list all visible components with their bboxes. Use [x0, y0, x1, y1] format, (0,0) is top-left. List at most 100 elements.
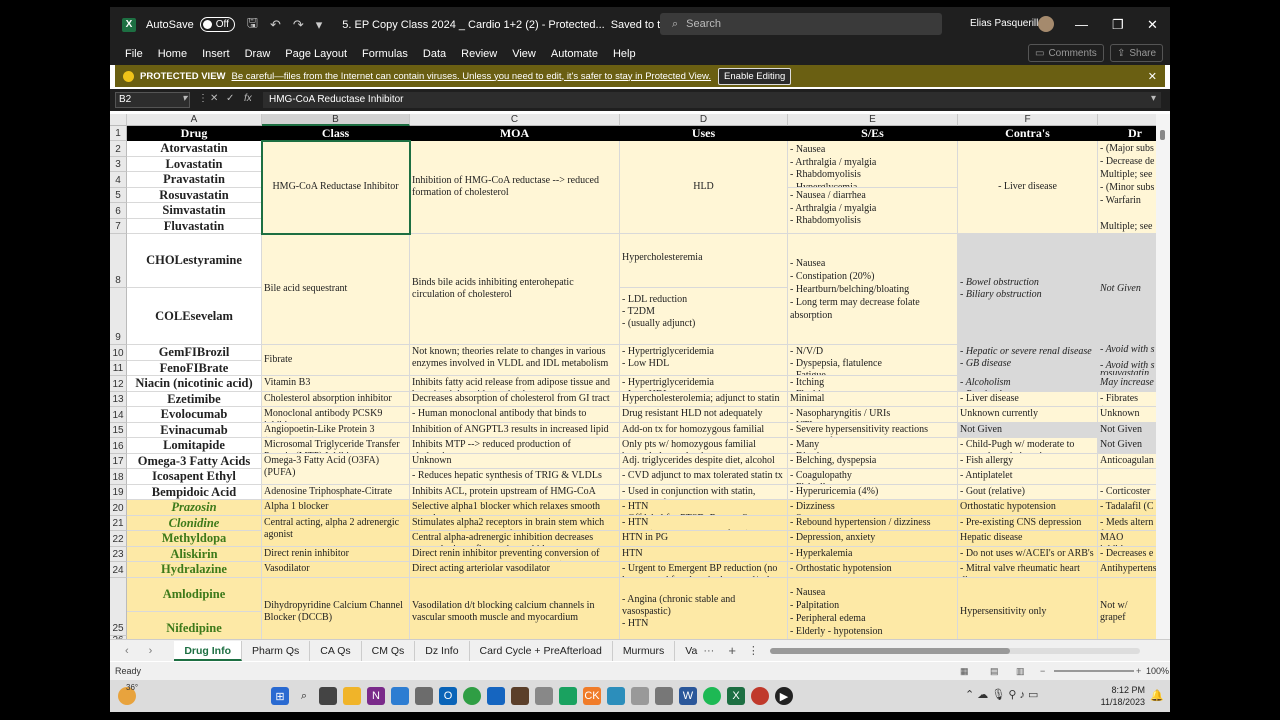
drug-cell[interactable]: Omega-3 Fatty Acids: [127, 454, 262, 469]
uses-cell[interactable]: - HTN - Off label for PTSD, Raynaud's: [620, 500, 788, 516]
drug-cell[interactable]: Evolocumab: [127, 407, 262, 423]
tab-dz-info[interactable]: Dz Info: [415, 640, 470, 661]
drug-cell[interactable]: Atorvastatin: [127, 141, 262, 157]
moa-cell[interactable]: Inhibits ACL, protein upstream of HMG-Co…: [410, 485, 620, 500]
interaction-cell[interactable]: Not Given: [1098, 423, 1156, 438]
interaction-cell[interactable]: Anticoagulan: [1098, 454, 1156, 469]
interaction-cell[interactable]: - Avoid with s - Avoid with s rosuvastat…: [1098, 345, 1156, 376]
interaction-cell[interactable]: - Tadalafil (C: [1098, 500, 1156, 516]
uses-cell[interactable]: HTN: [620, 547, 788, 562]
drug-cell[interactable]: CHOLestyramine: [127, 234, 262, 288]
moa-cell[interactable]: Stimulates alpha2 receptors in brain ste…: [410, 516, 620, 531]
class-cell[interactable]: Adenosine Triphosphate-Citrate Lyase inh…: [262, 485, 410, 500]
ses-cell[interactable]: - Severe hypersensitivity reactions - Lo…: [788, 423, 958, 438]
column-header-a[interactable]: A: [127, 114, 262, 126]
ses-cell[interactable]: - Hyperkalemia - Hypotension: [788, 547, 958, 562]
close-bar-icon[interactable]: ✕: [1148, 70, 1157, 83]
protected-view-message[interactable]: Be careful—files from the Internet can c…: [232, 71, 712, 82]
row-header-8[interactable]: 8: [110, 234, 127, 288]
row-header-25[interactable]: 25: [110, 578, 127, 636]
row-header-10[interactable]: 10: [110, 345, 127, 361]
tab-pharm-qs[interactable]: Pharm Qs: [242, 640, 311, 661]
name-box[interactable]: B2: [115, 92, 190, 108]
moa-cell[interactable]: Direct renin inhibitor preventing conver…: [410, 547, 620, 562]
header-drug[interactable]: Drug: [127, 126, 262, 141]
moa-cell[interactable]: Decreases absorption of cholesterol from…: [410, 392, 620, 407]
zoom-in-icon[interactable]: +: [1136, 666, 1141, 676]
app-icon[interactable]: [751, 687, 769, 705]
row-header-21[interactable]: 21: [110, 516, 127, 531]
autosave-toggle[interactable]: Off: [199, 17, 235, 32]
interaction-cell[interactable]: - Corticoster: [1098, 485, 1156, 500]
ses-cell[interactable]: - Nasopharyngitis / URIs - UTIs: [788, 407, 958, 423]
sheet-options-icon[interactable]: ⋮: [748, 644, 759, 657]
class-cell[interactable]: HMG-CoA Reductase Inhibitor: [262, 141, 410, 234]
header-drug-interactions[interactable]: Dr: [1098, 126, 1156, 141]
column-header-f[interactable]: F: [958, 114, 1098, 126]
moa-cell[interactable]: Vasodilation d/t blocking calcium channe…: [410, 578, 620, 639]
app-icon[interactable]: [415, 687, 433, 705]
class-cell[interactable]: Central acting, alpha 2 adrenergic agoni…: [262, 516, 410, 547]
uses-cell[interactable]: Add-on tx for homozygous familial hyperc…: [620, 423, 788, 438]
class-cell[interactable]: Fibrate: [262, 345, 410, 376]
row-header-22[interactable]: 22: [110, 531, 127, 547]
tray-icons[interactable]: ⌃ ☁ 🎙 ⚲ ♪ ▭: [965, 688, 1038, 701]
more-sheets-icon[interactable]: ···: [703, 645, 714, 657]
drug-cell[interactable]: GemFIBrozil: [127, 345, 262, 361]
moa-cell[interactable]: Unknown: [410, 454, 620, 469]
apple-icon[interactable]: [631, 687, 649, 705]
enable-editing-button[interactable]: Enable Editing: [718, 67, 792, 85]
class-cell[interactable]: Monoclonal antibody PCSK9 inhibitor: [262, 407, 410, 423]
customize-qat-icon[interactable]: ▾: [316, 17, 323, 33]
zoom-slider[interactable]: [1054, 670, 1134, 672]
contra-cell[interactable]: Not Given: [958, 423, 1098, 438]
menu-help[interactable]: Help: [613, 48, 636, 60]
drug-cell[interactable]: Amlodipine: [127, 578, 262, 612]
contra-cell[interactable]: - Liver disease: [958, 392, 1098, 407]
interaction-cell[interactable]: Not Given: [1098, 438, 1156, 454]
drug-cell[interactable]: Aliskirin: [127, 547, 262, 562]
class-cell[interactable]: Direct renin inhibitor: [262, 547, 410, 562]
drug-cell[interactable]: COLEsevelam: [127, 288, 262, 345]
search-taskbar-icon[interactable]: ⌕: [295, 687, 313, 705]
outlook-icon[interactable]: O: [439, 687, 457, 705]
menu-page-layout[interactable]: Page Layout: [285, 48, 347, 60]
page-layout-icon[interactable]: ▤: [990, 666, 999, 677]
row-header-24[interactable]: 24: [110, 562, 127, 578]
app-icon[interactable]: [535, 687, 553, 705]
drug-cell[interactable]: Clonidine: [127, 516, 262, 531]
row-header-11[interactable]: 11: [110, 361, 127, 376]
contra-cell[interactable]: - Pre-existing CNS depression - Severe C…: [958, 516, 1098, 531]
interaction-cell[interactable]: - (Major subs - Decrease de Multiple; se…: [1098, 141, 1156, 234]
add-sheet-icon[interactable]: +: [728, 643, 736, 658]
menu-draw[interactable]: Draw: [245, 48, 271, 60]
start-icon[interactable]: ⊞: [271, 687, 289, 705]
class-cell[interactable]: Alpha 1 blocker: [262, 500, 410, 516]
uses-cell[interactable]: - CVD adjunct to max tolerated statin tx: [620, 469, 788, 485]
zoom-level[interactable]: 100%: [1146, 666, 1169, 676]
row-header-4[interactable]: 4: [110, 172, 127, 188]
tab-murmurs[interactable]: Murmurs: [613, 640, 676, 661]
class-cell[interactable]: Bile acid sequestrant: [262, 234, 410, 345]
drug-cell[interactable]: Fluvastatin: [127, 219, 262, 234]
onenote-icon[interactable]: N: [367, 687, 385, 705]
header-ses[interactable]: S/Es: [788, 126, 958, 141]
row-header-20[interactable]: 20: [110, 500, 127, 516]
uses-cell[interactable]: - LDL reduction - T2DM - (usually adjunc…: [620, 288, 788, 345]
row-header-6[interactable]: 6: [110, 203, 127, 219]
app-icon[interactable]: [487, 687, 505, 705]
user-name[interactable]: Elias Pasquerillo: [970, 18, 1044, 29]
drug-cell[interactable]: Rosuvastatin: [127, 188, 262, 203]
spreadsheet-grid[interactable]: A B C D E F 1 2 3 4 5 6 7 8 9 10 11 12 1…: [110, 114, 1156, 639]
drug-cell[interactable]: FenoFIBrate: [127, 361, 262, 376]
row-header-17[interactable]: 17: [110, 454, 127, 469]
app-icon[interactable]: [559, 687, 577, 705]
moa-cell[interactable]: - Human monoclonal antibody that binds t…: [410, 407, 620, 423]
moa-cell[interactable]: Selective alpha1 blocker which relaxes s…: [410, 500, 620, 516]
header-class[interactable]: Class: [262, 126, 410, 141]
row-header-14[interactable]: 14: [110, 407, 127, 423]
share-button[interactable]: ⇪ Share: [1110, 44, 1164, 62]
moa-cell[interactable]: Inhibits fatty acid release from adipose…: [410, 376, 620, 392]
app-icon[interactable]: [607, 687, 625, 705]
menu-data[interactable]: Data: [423, 48, 446, 60]
